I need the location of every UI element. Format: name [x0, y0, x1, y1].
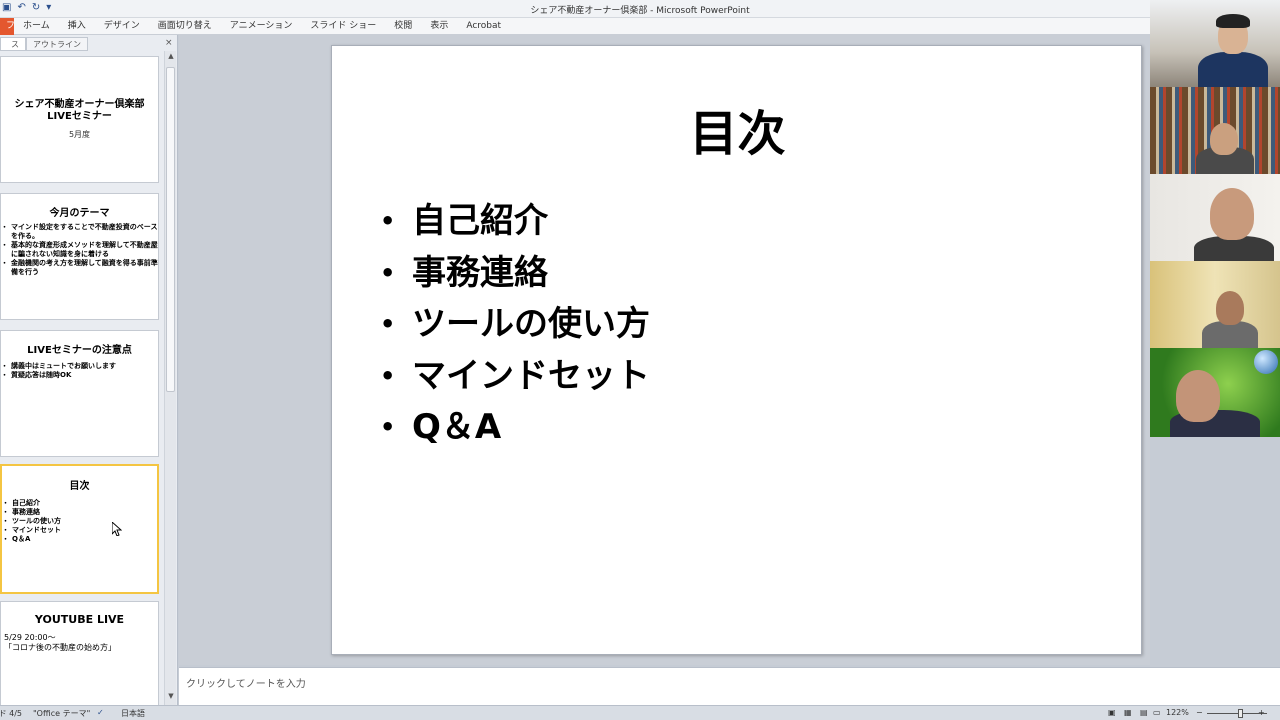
list-item-text: 事務連絡	[412, 252, 548, 293]
participant-silhouette	[1198, 52, 1268, 87]
thumb-line: 5/29 20:00～	[4, 633, 56, 642]
list-item: ツールの使い方	[2, 517, 157, 526]
title-bar: ▣ ↶ ↻ ▾ シェア不動産オーナー倶楽部 - Microsoft PowerP…	[0, 0, 1150, 18]
list-item: 事務連絡	[2, 508, 157, 517]
participant-face	[1210, 123, 1238, 155]
slide-bullet-list[interactable]: • 自己紹介 • 事務連絡 • ツールの使い方 • マインドセット • Q＆A	[380, 196, 650, 454]
zoom-level[interactable]: 122%	[1166, 708, 1189, 717]
pane-tabs: スライド アウトライン	[0, 37, 88, 51]
bullet-icon: •	[380, 207, 396, 235]
slide-thumbnail-3[interactable]: LIVEセミナーの注意点 講義中はミュートでお願いします 質疑応答は随時OK	[0, 330, 159, 457]
current-slide[interactable]: 目次 • 自己紹介 • 事務連絡 • ツールの使い方 • マインドセット • Q＆A	[331, 45, 1142, 655]
slide-editor: 目次 • 自己紹介 • 事務連絡 • ツールの使い方 • マインドセット • Q＆A	[179, 35, 1150, 665]
tab-insert[interactable]: 挿入	[59, 18, 95, 35]
slide-thumbnail-5[interactable]: YOUTUBE LIVE 5/29 20:00～ 「コロナ後の不動産の始め方」	[0, 601, 159, 711]
list-item: マインドセット	[2, 526, 157, 535]
thumb-line: 「コロナ後の不動産の始め方」	[4, 643, 116, 652]
tab-acrobat[interactable]: Acrobat	[457, 18, 510, 35]
slideshow-view-icon[interactable]: ▭	[1153, 708, 1161, 717]
tab-slides[interactable]: スライド	[0, 37, 26, 51]
tab-view[interactable]: 表示	[421, 18, 457, 35]
scrollbar-thumb[interactable]	[166, 67, 175, 392]
video-tile[interactable]	[1150, 261, 1280, 348]
thumb-bullets: 自己紹介 事務連絡 ツールの使い方 マインドセット Q＆A	[2, 499, 157, 544]
tab-animations[interactable]: アニメーション	[221, 18, 302, 35]
tab-slideshow[interactable]: スライド ショー	[301, 18, 385, 35]
slide-counter: スライド 4/5	[0, 709, 22, 718]
reading-view-icon[interactable]: ▤	[1140, 708, 1148, 717]
tab-transitions[interactable]: 画面切り替え	[149, 18, 221, 35]
list-item: • 自己紹介	[380, 196, 650, 248]
list-item: 基本的な資産形成メソッドを理解して不動産屋に騙されない知識を身に着ける	[1, 241, 158, 259]
slide-sorter-icon[interactable]: ▦	[1124, 708, 1132, 717]
window-title: シェア不動産オーナー倶楽部 - Microsoft PowerPoint	[530, 6, 750, 16]
video-tile[interactable]	[1150, 0, 1280, 87]
thumb-bullets: 講義中はミュートでお願いします 質疑応答は随時OK	[1, 362, 158, 380]
list-item-text: 自己紹介	[412, 201, 548, 241]
mouse-cursor-icon	[111, 520, 123, 539]
tab-design[interactable]: デザイン	[95, 18, 149, 35]
list-item: 質疑応答は随時OK	[1, 371, 158, 380]
bullet-icon: •	[380, 310, 396, 338]
list-item-text: Q＆A	[412, 407, 502, 447]
tab-home[interactable]: ホーム	[14, 18, 59, 35]
list-item: 自己紹介	[2, 499, 157, 508]
video-tile[interactable]	[1150, 174, 1280, 261]
list-item: 講義中はミュートでお願いします	[1, 362, 158, 371]
list-item-text: ツールの使い方	[412, 304, 650, 344]
normal-view-icon[interactable]: ▣	[1108, 708, 1116, 717]
video-tile[interactable]	[1150, 348, 1280, 437]
thumb-subtitle: 5月度	[68, 130, 91, 139]
list-item: Q＆A	[2, 535, 157, 544]
bullet-icon: •	[380, 258, 396, 287]
list-item: • マインドセット	[380, 351, 650, 403]
thumb-bullets: マインド設定をすることで不動産投資のベースを作る。 基本的な資産形成メソッドを理…	[1, 223, 158, 277]
theme-name: "Office テーマ"	[33, 709, 91, 718]
notes-placeholder[interactable]: クリックしてノートを入力	[186, 675, 306, 690]
thumb-title: 目次	[69, 481, 90, 492]
slides-scrollbar[interactable]: ▲ ▼	[164, 51, 176, 705]
spellcheck-icon[interactable]: ✓	[97, 708, 104, 717]
list-item: マインド設定をすることで不動産投資のベースを作る。	[1, 223, 158, 241]
participant-silhouette	[1202, 321, 1258, 348]
slides-pane: スライド アウトライン × シェア不動産オーナー倶楽部 LIVEセミナー 5月度…	[0, 35, 178, 711]
list-item-text: マインドセット	[412, 355, 650, 396]
slide-thumbnail-2[interactable]: 今月のテーマ マインド設定をすることで不動産投資のベースを作る。 基本的な資産形…	[0, 193, 159, 320]
list-item: • ツールの使い方	[380, 299, 650, 351]
scroll-up-icon[interactable]: ▲	[166, 52, 176, 60]
slide-title[interactable]: 目次	[332, 94, 1143, 164]
participant-face	[1176, 370, 1220, 422]
list-item: • Q＆A	[380, 402, 650, 454]
file-tab[interactable]: ファイル	[0, 17, 14, 35]
bullet-icon: •	[380, 413, 396, 441]
thumb-title: 今月のテーマ	[49, 208, 110, 219]
bullet-icon: •	[380, 361, 396, 390]
close-icon[interactable]: ×	[165, 38, 173, 48]
participant-face	[1210, 188, 1254, 240]
video-participants	[1150, 0, 1280, 437]
slide-thumbnail-1[interactable]: シェア不動産オーナー倶楽部 LIVEセミナー 5月度	[0, 56, 159, 183]
language-indicator: 日本語	[121, 709, 145, 718]
zoom-out-button[interactable]: −	[1196, 708, 1203, 717]
tab-review[interactable]: 校閲	[385, 18, 421, 35]
globe-icon	[1254, 350, 1278, 374]
participant-hair	[1216, 14, 1250, 28]
tab-outline[interactable]: アウトライン	[26, 37, 88, 51]
slide-thumbnail-4[interactable]: 目次 自己紹介 事務連絡 ツールの使い方 マインドセット Q＆A	[0, 464, 159, 594]
zoom-in-button[interactable]: +	[1258, 708, 1265, 717]
video-tile[interactable]	[1150, 87, 1280, 174]
zoom-slider-handle[interactable]	[1238, 709, 1243, 718]
list-item: 金融機関の考え方を理解して融資を得る事前準備を行う	[1, 259, 158, 277]
thumb-title: LIVEセミナーの注意点	[27, 345, 132, 356]
notes-pane[interactable]: クリックしてノートを入力	[179, 667, 1280, 705]
participant-face	[1216, 291, 1244, 325]
thumb-title: シェア不動産オーナー倶楽部 LIVEセミナー	[14, 99, 145, 122]
thumb-title: YOUTUBE LIVE	[34, 613, 125, 626]
list-item: • 事務連絡	[380, 248, 650, 300]
scroll-down-icon[interactable]: ▼	[166, 692, 176, 700]
status-bar: スライド 4/5 "Office テーマ" ✓ 日本語 ▣ ▦ ▤ ▭ 122%…	[0, 705, 1280, 720]
ribbon-tabs: ファイル ホーム 挿入 デザイン 画面切り替え アニメーション スライド ショー…	[0, 17, 1150, 35]
